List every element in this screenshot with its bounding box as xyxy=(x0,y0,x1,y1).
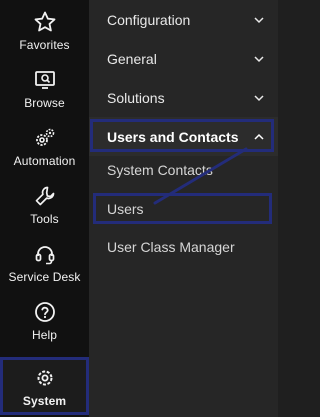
rail-item-help[interactable]: Help xyxy=(0,294,89,352)
menu-item-general[interactable]: General xyxy=(89,39,278,78)
rail-item-label: Help xyxy=(31,328,58,342)
rail-item-browse[interactable]: Browse xyxy=(0,62,89,120)
chevron-down-icon xyxy=(254,16,264,23)
headset-icon xyxy=(35,246,54,265)
menu-item-user-class-manager[interactable]: User Class Manager xyxy=(89,227,278,266)
rail-item-automation[interactable]: Automation xyxy=(0,120,89,178)
menu-item-label: Users xyxy=(107,200,144,217)
rail-item-system[interactable]: System xyxy=(0,357,89,415)
menu-item-label: Configuration xyxy=(107,11,191,28)
chevron-down-icon xyxy=(254,55,264,62)
rail-item-label: Automation xyxy=(13,154,76,168)
chevron-down-icon xyxy=(254,94,264,101)
menu-item-label: General xyxy=(107,50,157,67)
menu-item-system-contacts[interactable]: System Contacts xyxy=(89,150,278,189)
chevron-up-icon xyxy=(254,133,264,140)
rail-item-label: System xyxy=(22,394,67,408)
menu-item-configuration[interactable]: Configuration xyxy=(89,0,278,39)
gear-icon xyxy=(37,370,52,386)
rail-item-label: Favorites xyxy=(19,38,70,52)
wrench-icon xyxy=(35,186,54,206)
system-flyout-menu: Configuration General Solutions Users an… xyxy=(89,0,278,417)
help-icon xyxy=(34,302,55,322)
rail-item-label: Browse xyxy=(24,96,65,110)
rail-item-label: Tools xyxy=(30,212,59,226)
menu-item-solutions[interactable]: Solutions xyxy=(89,78,278,117)
menu-item-users[interactable]: Users xyxy=(89,189,278,228)
rail-item-tools[interactable]: Tools xyxy=(0,178,89,236)
gears-icon xyxy=(35,128,54,146)
rail-item-label: Service Desk xyxy=(8,270,81,284)
rail-item-service-desk[interactable]: Service Desk xyxy=(0,236,89,294)
menu-item-label: User Class Manager xyxy=(107,238,235,255)
menu-item-label: System Contacts xyxy=(107,161,213,178)
menu-item-label: Solutions xyxy=(107,89,165,106)
menu-item-label: Users and Contacts xyxy=(107,128,239,145)
star-icon xyxy=(34,11,55,32)
browse-icon xyxy=(34,71,55,89)
left-nav-rail: Favorites Browse Automation Tools Servic… xyxy=(0,0,89,417)
rail-item-favorites[interactable]: Favorites xyxy=(0,4,89,62)
